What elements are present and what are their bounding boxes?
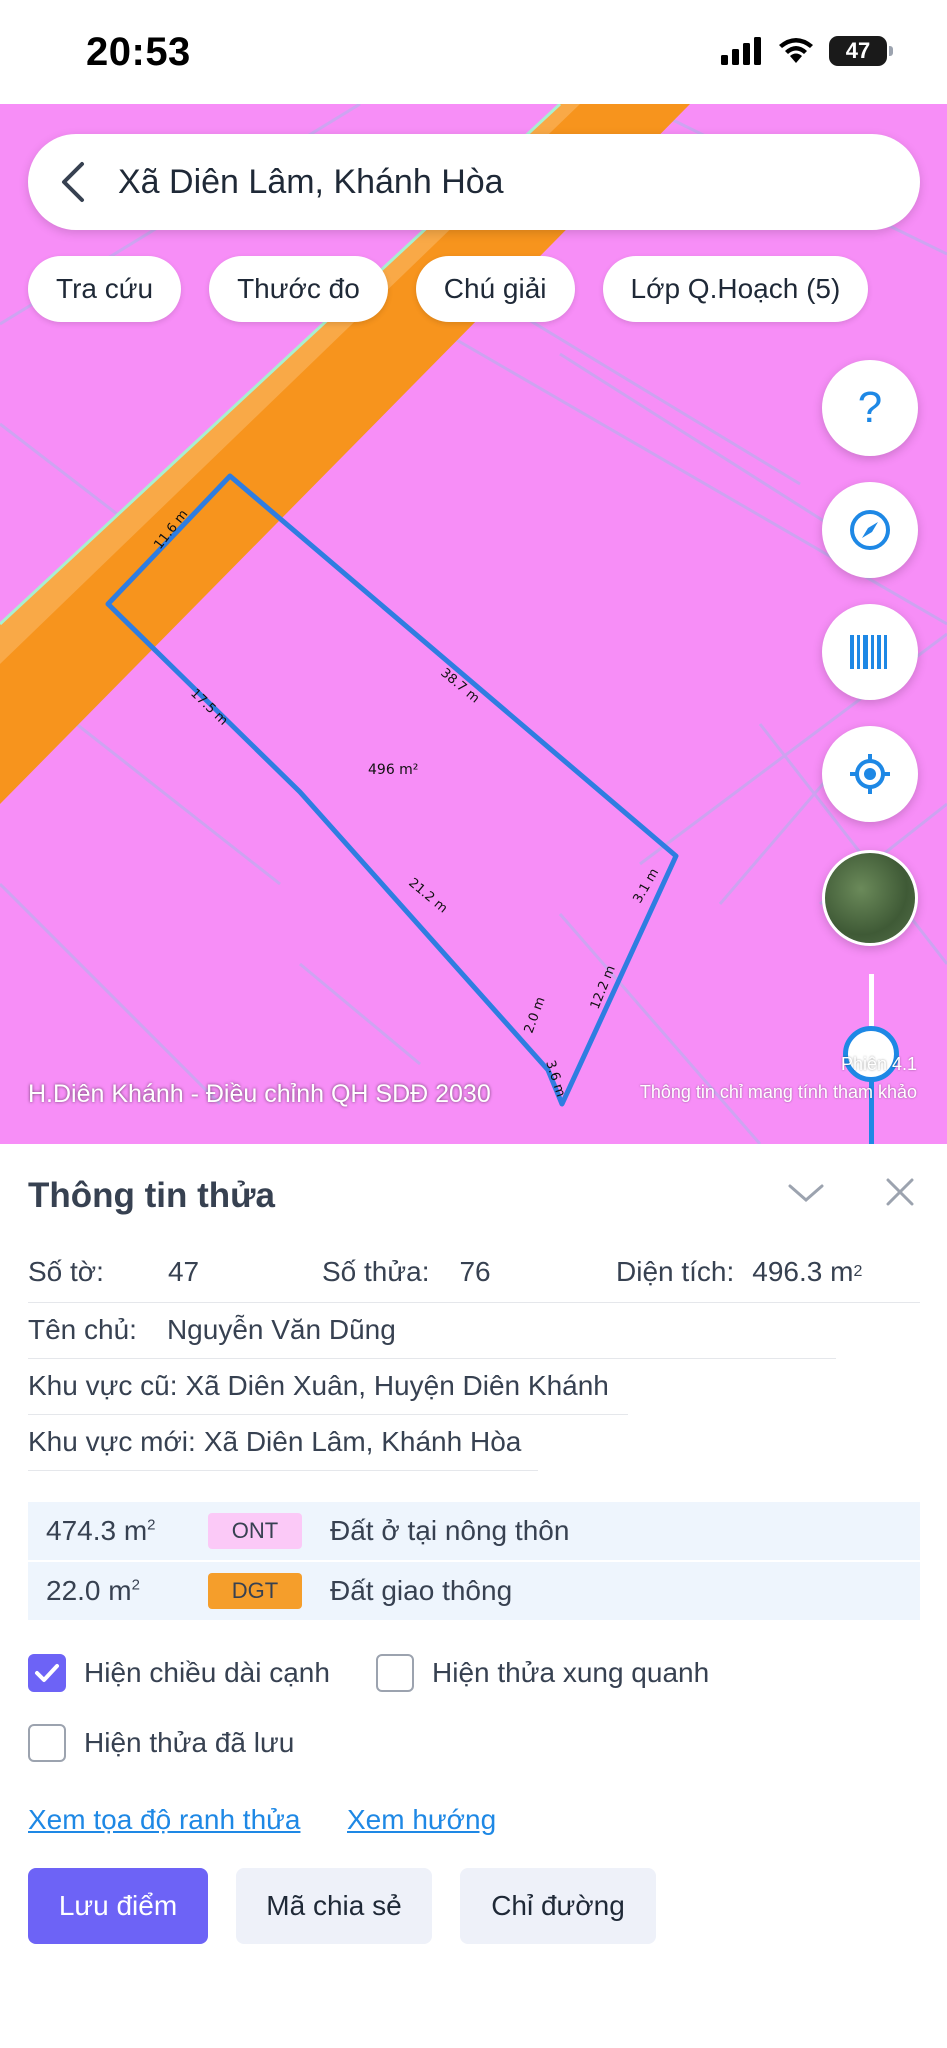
compass-button[interactable] [822,482,918,578]
info-row-so-thua: Số thửa: 76 [322,1256,491,1288]
chip-lop-quy-hoach[interactable]: Lớp Q.Hoạch (5) [602,256,869,322]
search-location-text[interactable]: Xã Diên Lâm, Khánh Hòa [118,163,504,202]
back-arrow-icon[interactable] [28,134,118,230]
chip-tra-cuu[interactable]: Tra cứu [28,256,182,322]
so-to-label: Số tờ: [28,1256,104,1287]
land-use-code-badge: ONT [208,1513,302,1549]
land-use-name: Đất ở tại nông thôn [330,1515,570,1546]
search-bar[interactable]: Xã Diên Lâm, Khánh Hòa [28,134,920,230]
link-view-coordinates[interactable]: Xem tọa độ ranh thửa [28,1804,300,1836]
option-label: Hiện thửa đã lưu [84,1727,295,1758]
barcode-icon [850,635,887,669]
divider [28,1414,628,1415]
save-point-button[interactable]: Lưu điểm [28,1868,208,1944]
info-row-ten-chu: Tên chủ: Nguyễn Văn Dũng [28,1314,396,1346]
option-show-neighbors[interactable]: Hiện thửa xung quanh [376,1654,709,1692]
khu-vuc-cu-value: Xã Diên Xuân, Huyện Diên Khánh [185,1370,609,1401]
khu-vuc-moi-label: Khu vực mới: [28,1426,196,1457]
so-thua-label: Số thửa: [322,1256,430,1287]
dien-tich-value: 496.3 m [752,1256,854,1287]
option-label: Hiện thửa xung quanh [432,1657,710,1688]
compass-icon [850,510,890,550]
option-show-saved[interactable]: Hiện thửa đã lưu [28,1724,294,1762]
land-use-area: 474.3 m2 [46,1515,156,1546]
wifi-icon [779,38,813,63]
edge-label-8: 3.6 m [542,1059,568,1099]
map-view[interactable]: 11.6 m 38.7 m 17.5 m 3.1 m 21.2 m 12.2 m… [0,104,947,1144]
share-code-button[interactable]: Mã chia sẻ [236,1868,432,1944]
satellite-layer-thumbnail[interactable] [822,850,918,946]
map-disclaimer: Thông tin chỉ mang tính tham khảo [639,1082,917,1102]
battery-icon: 47 [829,36,893,66]
help-button[interactable]: ? [822,360,918,456]
option-label: Hiện chiều dài cạnh [84,1657,330,1688]
edge-label-7: 2.0 m [522,995,549,1035]
help-icon: ? [857,383,883,432]
land-use-row: 474.3 m2 ONT Đất ở tại nông thôn [28,1502,920,1562]
edge-label-5: 21.2 m [405,876,450,917]
divider [28,1302,920,1303]
map-caption: H.Diên Khánh - Điều chỉnh QH SDĐ 2030 [28,1080,491,1108]
checkbox-unchecked[interactable] [376,1654,414,1692]
land-use-code-badge: DGT [208,1573,302,1609]
chip-thuoc-do[interactable]: Thước đo [209,256,388,322]
map-filter-chips: Tra cứu Thước đo Chú giải Lớp Q.Hoạch (5… [28,256,869,322]
status-bar: 20:53 47 [0,0,947,104]
locate-icon [850,754,890,794]
info-row-khu-vuc-moi: Khu vực mới: Xã Diên Lâm, Khánh Hòa [28,1426,521,1458]
locate-button[interactable] [822,726,918,822]
signal-icon [721,37,761,65]
divider [28,1358,836,1359]
info-row-khu-vuc-cu: Khu vực cũ: Xã Diên Xuân, Huyện Diên Khá… [28,1370,609,1402]
map-version-text: Phiên 4.1 [840,1054,917,1074]
info-row-dien-tich: Diện tích: 496.3 m2 [616,1256,862,1288]
parcel-info-sheet: Thông tin thửa Số tờ: 47 Số thửa: 76 Diệ… [0,1144,947,2048]
link-view-direction[interactable]: Xem hướng [347,1804,496,1836]
chevron-down-icon[interactable] [786,1174,826,1214]
status-time: 20:53 [86,30,191,74]
land-use-area: 22.0 m2 [46,1575,140,1606]
check-icon [35,1664,59,1682]
khu-vuc-cu-label: Khu vực cũ: [28,1370,178,1401]
parcel-area-label: 496 m² [368,762,418,778]
khu-vuc-moi-value: Xã Diên Lâm, Khánh Hòa [203,1426,522,1457]
directions-button[interactable]: Chỉ đường [460,1868,656,1944]
so-to-value: 47 [167,1256,200,1287]
dien-tich-label: Diện tích: [616,1256,735,1287]
opacity-slider-track-top [869,974,874,1034]
battery-level: 47 [845,38,871,63]
land-use-row: 22.0 m2 DGT Đất giao thông [28,1562,920,1622]
parcel-edge-labels: 11.6 m 38.7 m 17.5 m 3.1 m 21.2 m 12.2 m… [151,507,662,1099]
sheet-title: Thông tin thửa [28,1176,275,1215]
option-show-edge-length[interactable]: Hiện chiều dài cạnh [28,1654,330,1692]
ten-chu-label: Tên chủ: [28,1314,137,1345]
close-icon[interactable] [880,1172,920,1212]
chip-chu-giai[interactable]: Chú giải [415,256,575,322]
edge-label-3: 17.5 m [187,686,230,729]
land-use-name: Đất giao thông [330,1575,513,1606]
so-thua-value: 76 [459,1256,491,1287]
checkbox-checked[interactable] [28,1654,66,1692]
divider [28,1470,538,1471]
land-use-table: 474.3 m2 ONT Đất ở tại nông thôn 22.0 m2… [28,1502,920,1622]
checkbox-unchecked[interactable] [28,1724,66,1762]
dien-tich-unit-sup: 2 [853,1263,863,1280]
status-icons: 47 [721,36,893,66]
barcode-button[interactable] [822,604,918,700]
info-row-so-to: Số tờ: 47 [28,1256,199,1288]
ten-chu-value: Nguyễn Văn Dũng [166,1314,396,1345]
